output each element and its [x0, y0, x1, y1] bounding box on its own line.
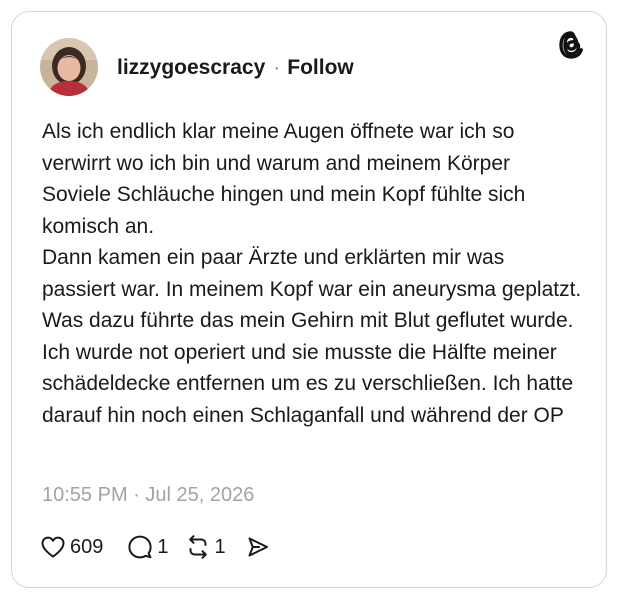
profile-photo: [40, 38, 98, 96]
post-paragraph: Als ich endlich klar meine Augen öffnete…: [42, 120, 526, 238]
action-bar: 609 1 1: [40, 533, 270, 561]
reply-count: 1: [157, 535, 169, 558]
share-button[interactable]: [246, 535, 270, 559]
repost-button[interactable]: 1: [185, 534, 226, 560]
threads-logo-icon[interactable]: [557, 30, 585, 60]
post-timestamp[interactable]: 10:55 PM · Jul 25, 2026: [42, 483, 254, 507]
send-icon: [246, 535, 270, 559]
heart-icon: [40, 535, 66, 559]
separator-dot: ·: [273, 56, 281, 79]
post-text: Als ich endlich klar meine Augen öffnete…: [42, 116, 582, 431]
repost-icon: [185, 534, 211, 560]
post-paragraph: Dann kamen ein paar Ärzte und erklärten …: [42, 246, 582, 427]
like-button[interactable]: 609: [40, 535, 103, 559]
like-count: 609: [70, 535, 104, 558]
reply-button[interactable]: 1: [127, 534, 169, 560]
comment-bubble-icon: [127, 534, 153, 560]
username-link[interactable]: lizzygoescracy: [117, 56, 265, 79]
follow-button[interactable]: Follow: [287, 56, 354, 79]
post-header: lizzygoescracy · Follow: [117, 56, 354, 80]
repost-count: 1: [214, 535, 226, 558]
avatar[interactable]: [40, 38, 98, 96]
